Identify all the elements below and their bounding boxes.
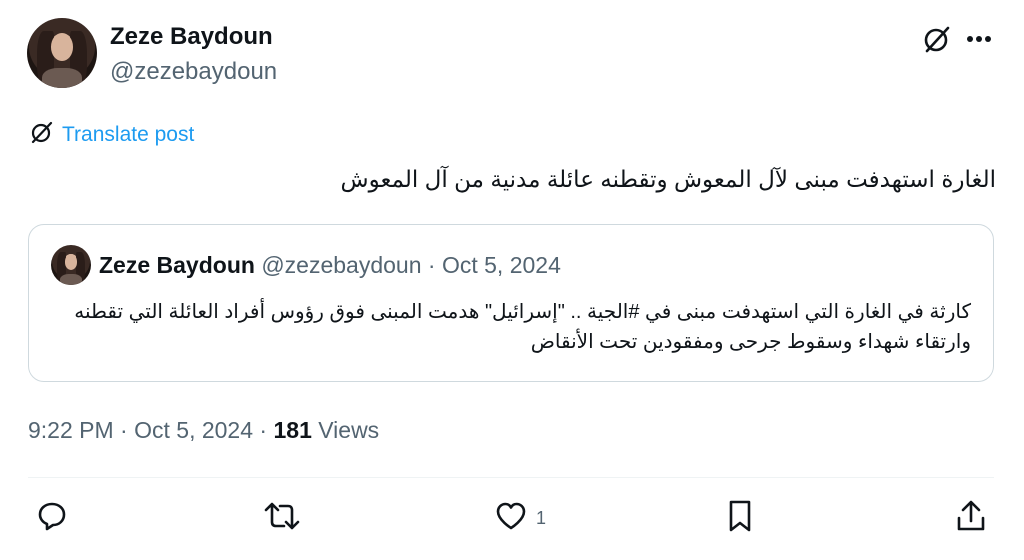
quote-tweet-card[interactable]: Zeze Baydoun @zezebaydoun · Oct 5, 2024 …	[28, 224, 994, 382]
tweet-time[interactable]: 9:22 PM	[28, 417, 114, 443]
author-display-name[interactable]: Zeze Baydoun	[110, 23, 273, 51]
tweet-text: الغارة استهدفت مبنى لآل المعوش وتقطنه عا…	[340, 166, 996, 192]
author-handle[interactable]: @zezebaydoun	[110, 58, 277, 86]
quote-date: Oct 5, 2024	[441, 252, 561, 278]
author-avatar[interactable]	[27, 18, 97, 88]
share-icon	[955, 499, 987, 538]
tweet-meta: 9:22 PM · Oct 5, 2024 · 181 Views	[28, 417, 379, 444]
quote-tweet-text: كارثة في الغارة التي استهدفت مبنى في #ال…	[74, 301, 971, 353]
quote-author-name: Zeze Baydoun	[99, 252, 255, 278]
reply-button[interactable]	[36, 500, 68, 536]
retweet-icon	[263, 500, 301, 537]
quote-header: Zeze Baydoun @zezebaydoun · Oct 5, 2024	[99, 252, 561, 279]
quote-author-handle: @zezebaydoun	[261, 252, 422, 278]
views-count: 181	[273, 417, 312, 443]
quote-separator: ·	[427, 252, 436, 278]
bookmark-button[interactable]	[725, 500, 755, 536]
divider	[28, 477, 994, 478]
quote-author-avatar	[51, 245, 91, 285]
tweet-date[interactable]: Oct 5, 2024	[134, 417, 253, 443]
translate-post-label[interactable]: Translate post	[62, 123, 194, 147]
more-icon[interactable]	[962, 22, 996, 56]
grok-icon[interactable]	[920, 22, 954, 56]
grok-icon	[30, 120, 54, 149]
translate-post-link[interactable]: Translate post	[30, 120, 194, 149]
share-button[interactable]	[955, 500, 987, 536]
views-label: Views	[318, 417, 380, 443]
reply-icon	[36, 500, 68, 537]
retweet-button[interactable]	[263, 500, 301, 536]
bookmark-icon	[725, 499, 755, 538]
meta-separator: ·	[259, 417, 268, 443]
heart-icon	[494, 500, 528, 537]
like-button[interactable]: 1	[494, 500, 546, 536]
like-count: 1	[536, 507, 547, 528]
meta-separator: ·	[120, 417, 128, 443]
